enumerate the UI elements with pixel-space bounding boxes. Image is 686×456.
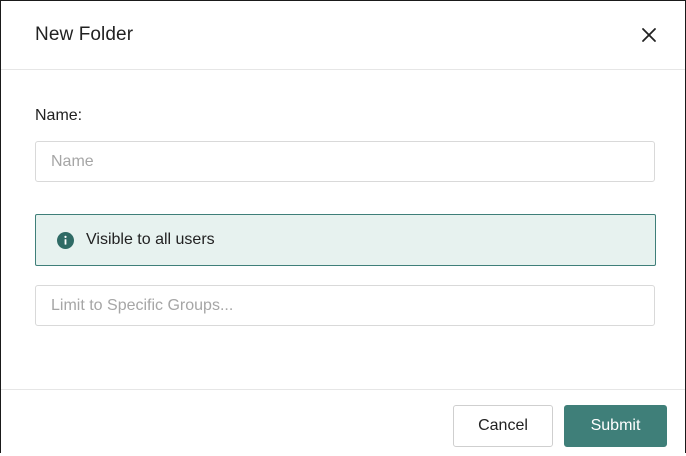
cancel-button[interactable]: Cancel (453, 405, 553, 447)
name-label: Name: (35, 107, 83, 124)
submit-button[interactable]: Submit (564, 405, 667, 447)
info-icon (57, 232, 74, 249)
name-input[interactable] (35, 141, 655, 182)
visibility-notice: Visible to all users (35, 214, 656, 266)
dialog-title: New Folder (35, 24, 134, 45)
visibility-text: Visible to all users (86, 231, 215, 248)
dialog-header: New Folder (1, 1, 685, 70)
close-icon (642, 28, 656, 42)
close-button[interactable] (637, 23, 661, 47)
dialog-footer: Cancel Submit (1, 389, 685, 456)
group-limit-input[interactable] (35, 285, 655, 326)
new-folder-dialog: New Folder Name: Visible to all users Ca… (0, 0, 686, 453)
